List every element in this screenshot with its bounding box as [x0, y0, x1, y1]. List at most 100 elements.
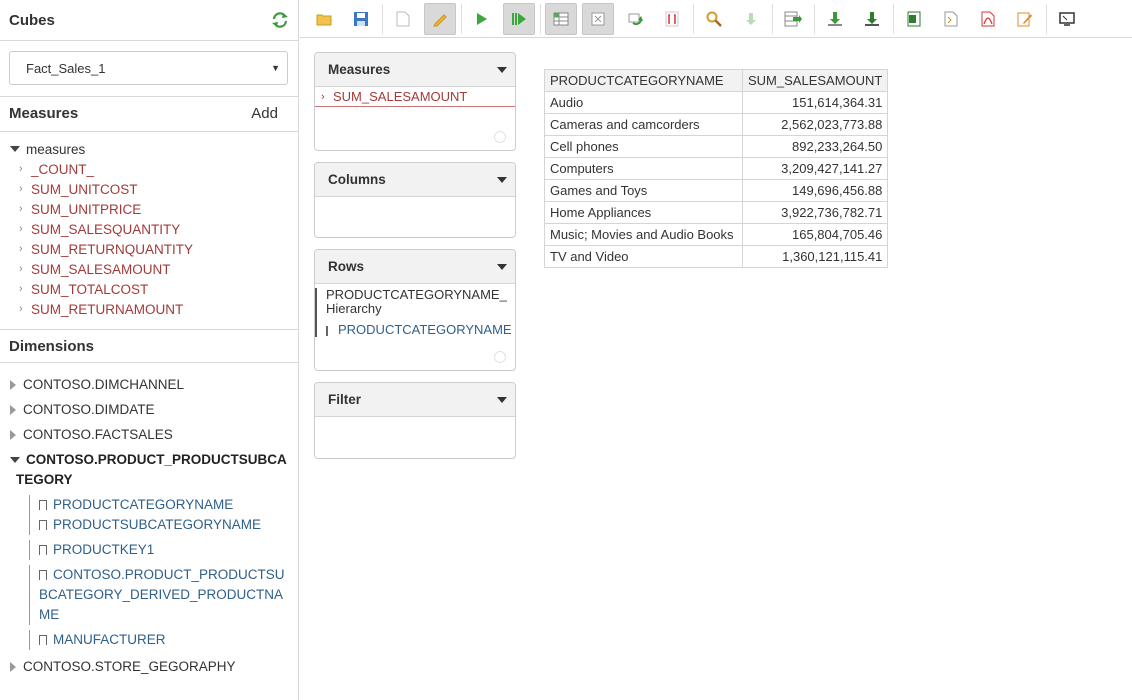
attribute-item[interactable]: PRODUCTCATEGORYNAME	[39, 495, 292, 515]
filter-panel-header[interactable]: Filter	[315, 383, 515, 417]
dimension-item[interactable]: CONTOSO.FACTSALES	[10, 422, 292, 447]
divider	[0, 131, 298, 132]
column-header[interactable]: PRODUCTCATEGORYNAME	[544, 69, 743, 92]
measure-item[interactable]: › SUM_UNITCOST	[10, 179, 193, 199]
value-cell[interactable]: 3,209,427,141.27	[741, 157, 889, 180]
new-button[interactable]	[387, 3, 419, 35]
dimension-expanded-header[interactable]: CONTOSO.PRODUCT_PRODUCTSUBCATEGORY	[10, 450, 292, 490]
toolbar-separator	[814, 3, 815, 34]
excel-button[interactable]	[898, 3, 930, 35]
collapsed-icon	[10, 429, 16, 440]
measure-item[interactable]: › SUM_TOTALCOST	[10, 279, 193, 299]
measure-item[interactable]: › SUM_SALESAMOUNT	[10, 259, 193, 279]
measures-root[interactable]: measures	[10, 139, 193, 159]
run-button[interactable]	[466, 3, 498, 35]
bookmark-icon	[39, 635, 47, 648]
value-cell[interactable]: 1,360,121,115.41	[741, 245, 889, 268]
category-cell[interactable]: TV and Video	[544, 245, 743, 268]
measure-item[interactable]: › SUM_UNITPRICE	[10, 199, 193, 219]
attribute-item[interactable]: MANUFACTURER	[39, 630, 292, 650]
dimension-item[interactable]: CONTOSO.DIMCHANNEL	[10, 372, 292, 397]
category-cell[interactable]: Cameras and camcorders	[544, 113, 743, 136]
toolbar-separator	[772, 3, 773, 34]
rows-hierarchy-label[interactable]: PRODUCTCATEGORYNAME_Hierarchy	[326, 288, 509, 316]
run-all-button[interactable]	[503, 2, 535, 35]
rows-level-item[interactable]: PRODUCTCATEGORYNAME	[326, 322, 512, 339]
hide-empty-icon	[591, 12, 605, 25]
search-icon	[706, 11, 722, 27]
panel-measure-item[interactable]: › SUM_SALESAMOUNT	[315, 87, 515, 107]
category-cell[interactable]: Cell phones	[544, 135, 743, 158]
document-button[interactable]	[935, 3, 967, 35]
download-all-button[interactable]	[856, 3, 888, 35]
column-header[interactable]: SUM_SALESAMOUNT	[741, 69, 889, 92]
refresh-query-button[interactable]	[619, 3, 651, 35]
toolbar-separator	[893, 3, 894, 34]
formula-button[interactable]	[656, 3, 688, 35]
clear-icon[interactable]	[494, 131, 506, 143]
save-button[interactable]	[345, 3, 377, 35]
columns-panel-header[interactable]: Columns	[315, 163, 515, 197]
rows-hierarchy-group: PRODUCTCATEGORYNAME_Hierarchy PRODUCTCAT…	[315, 288, 515, 339]
chevron-down-icon: ▼	[271, 63, 280, 73]
dimension-item-expanded[interactable]: CONTOSO.PRODUCT_PRODUCTSUBCATEGORY	[10, 450, 292, 490]
export-button[interactable]	[777, 3, 809, 35]
measure-item[interactable]: › SUM_RETURNQUANTITY	[10, 239, 193, 259]
table-row: Cell phones 892,233,264.50	[544, 135, 889, 158]
measures-panel-header[interactable]: Measures	[315, 53, 515, 87]
report-icon	[1017, 12, 1032, 26]
download-csv-button[interactable]	[819, 3, 851, 35]
rows-panel-header[interactable]: Rows	[315, 250, 515, 284]
play-all-icon	[512, 12, 526, 25]
value-cell[interactable]: 2,562,023,773.88	[741, 113, 889, 136]
value-cell[interactable]: 165,804,705.46	[741, 223, 889, 246]
category-cell[interactable]: Games and Toys	[544, 179, 743, 202]
hide-empty-button[interactable]	[582, 2, 614, 35]
attribute-item[interactable]: PRODUCTKEY1	[39, 540, 292, 560]
value-cell[interactable]: 892,233,264.50	[741, 135, 889, 158]
measures-header: Measures Add	[0, 93, 298, 133]
open-folder-button[interactable]	[308, 3, 340, 35]
report-button[interactable]	[1009, 3, 1041, 35]
refresh-cubes-icon[interactable]	[271, 11, 289, 29]
toolbar-separator	[1046, 3, 1047, 34]
cube-select[interactable]: Fact_Sales_1 ▼	[9, 51, 288, 85]
measure-item[interactable]: › SUM_RETURNAMOUNT	[10, 299, 193, 319]
chevron-down-icon[interactable]	[497, 263, 507, 270]
chevron-right-icon: ›	[19, 183, 23, 195]
attribute-item[interactable]: PRODUCTSUBCATEGORYNAME	[39, 515, 292, 535]
measure-item[interactable]: › SUM_SALESQUANTITY	[10, 219, 193, 239]
pdf-button[interactable]	[972, 3, 1004, 35]
play-icon	[477, 12, 487, 25]
clear-icon[interactable]	[494, 351, 506, 363]
edit-button[interactable]	[424, 2, 456, 35]
filter-drop-panel: Filter	[314, 382, 516, 459]
add-measure-button[interactable]: Add	[251, 105, 278, 122]
chevron-down-icon[interactable]	[497, 66, 507, 73]
table-view-button[interactable]	[545, 2, 577, 35]
chevron-down-icon[interactable]	[497, 396, 507, 403]
bookmark-icon	[39, 500, 47, 513]
dimension-item[interactable]: CONTOSO.STORE_GEGORAPHY	[10, 654, 292, 679]
dimension-item[interactable]: CONTOSO.DIMDATE	[10, 397, 292, 422]
value-cell[interactable]: 3,922,736,782.71	[741, 201, 889, 224]
category-cell[interactable]: Home Appliances	[544, 201, 743, 224]
drill-down-button[interactable]	[735, 3, 767, 35]
cube-select-value: Fact_Sales_1	[26, 60, 106, 76]
present-button[interactable]	[1051, 3, 1083, 35]
measure-item[interactable]: › _COUNT_	[10, 159, 193, 179]
new-document-icon	[396, 11, 410, 26]
chevron-down-icon[interactable]	[497, 176, 507, 183]
excel-icon	[907, 11, 921, 26]
category-cell[interactable]: Music; Movies and Audio Books	[544, 223, 743, 246]
bookmark-icon	[39, 520, 47, 533]
value-cell[interactable]: 149,696,456.88	[741, 179, 889, 202]
category-cell[interactable]: Audio	[544, 91, 743, 114]
category-cell[interactable]: Computers	[544, 157, 743, 180]
attribute-item[interactable]: CONTOSO.PRODUCT_PRODUCTSUBCATEGORY_DERIV…	[39, 565, 292, 625]
arrow-down-icon	[746, 12, 756, 25]
result-table: PRODUCTCATEGORYNAME SUM_SALESAMOUNT Audi…	[544, 69, 889, 268]
cubes-title: Cubes	[9, 11, 55, 29]
value-cell[interactable]: 151,614,364.31	[741, 91, 889, 114]
search-button[interactable]	[698, 3, 730, 35]
